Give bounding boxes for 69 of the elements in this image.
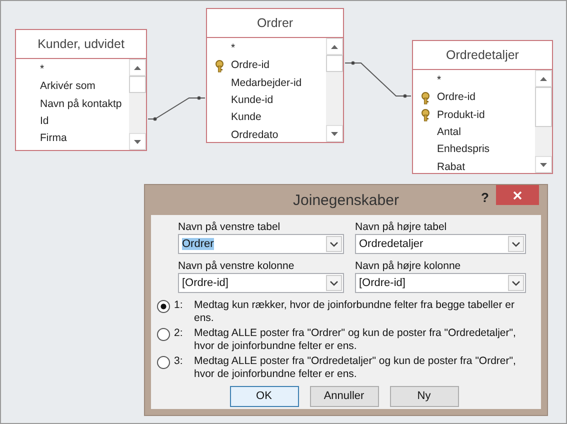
field-name[interactable]: Rabat	[437, 160, 466, 176]
field-name[interactable]: Navn på kontaktp	[40, 96, 122, 112]
radio-button[interactable]	[157, 300, 170, 313]
field-name[interactable]: *	[231, 40, 236, 57]
field-label: Navn på højre tabel	[355, 221, 448, 234]
dropdown-arrow-button[interactable]	[326, 275, 342, 291]
up-arrow-icon	[540, 76, 547, 80]
field-name[interactable]: Enhedspris	[437, 142, 490, 158]
field-label: Navn på venstre kolonne	[178, 260, 296, 273]
scroll-up-button[interactable]	[129, 59, 146, 76]
scrollbar[interactable]	[535, 70, 552, 173]
ok-button[interactable]: OK	[230, 386, 298, 407]
field-name[interactable]: Arkivér som	[40, 79, 96, 95]
field-name[interactable]: Produkt-id	[437, 108, 485, 124]
dialog-button[interactable]: Ny	[390, 386, 458, 407]
scroll-thumb[interactable]	[535, 87, 552, 127]
relationship-line	[344, 61, 412, 98]
chevron-down-icon	[512, 280, 520, 286]
down-arrow-icon	[331, 132, 338, 136]
field-name[interactable]: Ordredato	[231, 128, 278, 144]
field-label: Navn på højre kolonne	[355, 260, 462, 273]
up-arrow-icon	[134, 66, 141, 70]
dialog-title: Joinegenskaber	[293, 191, 399, 211]
scroll-up-button[interactable]	[326, 38, 343, 55]
radio-button[interactable]	[157, 356, 170, 369]
field-name[interactable]: *	[437, 72, 442, 89]
dropdown-field[interactable]: [Ordre-id]	[178, 273, 344, 293]
field-name[interactable]: Kunde	[231, 110, 262, 126]
close-icon	[513, 190, 522, 200]
help-button[interactable]: ?	[481, 188, 489, 208]
field-name[interactable]: *	[40, 62, 44, 78]
option-number: 2:	[174, 327, 184, 340]
option-number: 1:	[174, 299, 184, 312]
dropdown-field[interactable]: Ordredetaljer	[355, 234, 526, 254]
dropdown-field[interactable]: Ordrer	[178, 234, 344, 254]
option-label: Medtag ALLE poster fra "Ordredetaljer" og kun de poster fra "Ordrer", hvor de joinforbundne felter er ens.	[194, 355, 517, 381]
chevron-down-icon	[330, 242, 338, 246]
field-name[interactable]: Ordre-id	[437, 90, 476, 106]
scroll-down-button[interactable]	[535, 156, 552, 173]
field-name[interactable]: Medarbejder-id	[231, 76, 302, 92]
field-name[interactable]: Firma	[40, 131, 67, 148]
scroll-up-button[interactable]	[535, 70, 552, 87]
close-button[interactable]	[496, 185, 539, 205]
scroll-thumb[interactable]	[326, 55, 343, 72]
dropdown-arrow-button[interactable]	[508, 275, 524, 291]
dropdown-arrow-button[interactable]	[508, 236, 524, 252]
option-number: 3:	[174, 355, 184, 368]
scroll-down-button[interactable]	[326, 125, 343, 142]
dropdown-arrow-button[interactable]	[326, 236, 342, 252]
option-label: Medtag ALLE poster fra "Ordrer" og kun de poster fra "Ordredetaljer", hvor de joinforbundne felter er ens.	[194, 327, 517, 353]
down-arrow-icon	[134, 140, 141, 144]
dialog-button[interactable]: Annuller	[310, 386, 378, 407]
field-name[interactable]: Ordre-id	[231, 58, 270, 74]
radio-button[interactable]	[157, 328, 170, 341]
field-name[interactable]: Kunde-id	[231, 92, 274, 109]
scroll-thumb[interactable]	[129, 76, 146, 93]
field-name[interactable]: Antal	[437, 124, 461, 141]
scroll-down-button[interactable]	[129, 133, 146, 150]
chevron-down-icon	[512, 242, 520, 246]
down-arrow-icon	[540, 162, 547, 166]
option-label: Medtag kun rækker, hvor de joinforbundne felter fra begge tabeller er ens.	[194, 299, 516, 325]
relationship-line	[148, 96, 206, 121]
scrollbar[interactable]	[129, 59, 146, 150]
up-arrow-icon	[331, 44, 338, 48]
scrollbar[interactable]	[326, 38, 343, 142]
dropdown-field[interactable]: [Ordre-id]	[355, 273, 526, 293]
chevron-down-icon	[330, 280, 338, 286]
field-label: Navn på venstre tabel	[178, 221, 282, 234]
field-name[interactable]: Id	[40, 114, 49, 130]
